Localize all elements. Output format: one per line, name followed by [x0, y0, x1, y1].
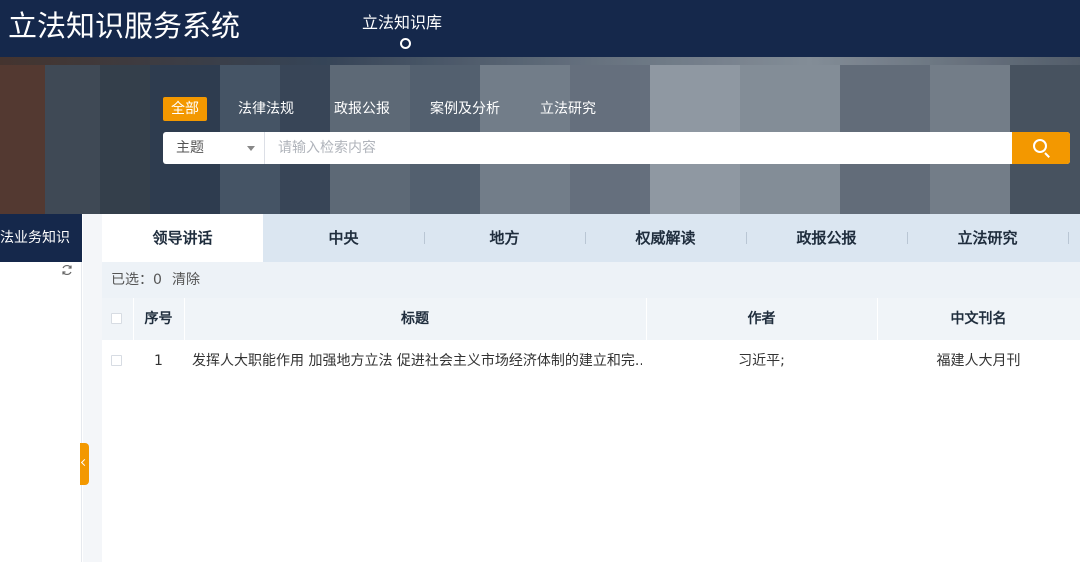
- column-author: 作者: [747, 311, 776, 327]
- row-journal: 福建人大月刊: [936, 353, 1021, 369]
- category-all[interactable]: 全部: [163, 97, 207, 121]
- row-title-link[interactable]: 发挥人大职能作用 加强地方立法 促进社会主义市场经济体制的建立和完...: [192, 340, 642, 382]
- sidebar-collapse-handle[interactable]: [80, 443, 89, 485]
- column-journal: 中文刊名: [950, 311, 1007, 327]
- tab-central[interactable]: 中央: [263, 214, 424, 262]
- column-title: 标题: [401, 311, 429, 327]
- content-tabs: 领导讲话 中央 地方 权威解读 政报公报 立法研究: [102, 214, 1080, 262]
- tab-local[interactable]: 地方: [424, 214, 585, 262]
- category-cases[interactable]: 案例及分析: [430, 97, 500, 121]
- clear-selection-link[interactable]: 清除: [172, 262, 200, 298]
- caret-down-icon: [247, 146, 255, 151]
- main-content: 领导讲话 中央 地方 权威解读 政报公报 立法研究 已选：0 清除 序号 标题 …: [102, 214, 1080, 562]
- tab-legislative-research[interactable]: 立法研究: [907, 214, 1068, 262]
- select-all-checkbox[interactable]: [111, 313, 122, 324]
- search-bar: 主题: [163, 132, 1070, 164]
- row-checkbox[interactable]: [111, 355, 122, 366]
- tab-authoritative[interactable]: 权威解读: [585, 214, 746, 262]
- tab-leader-speeches[interactable]: 领导讲话: [102, 214, 263, 262]
- table-header: 序号 标题 作者 中文刊名: [102, 298, 1080, 340]
- tab-gazettes[interactable]: 政报公报: [746, 214, 907, 262]
- column-index: 序号: [144, 311, 173, 327]
- chevron-left-icon: [80, 458, 89, 467]
- category-research[interactable]: 立法研究: [540, 97, 596, 121]
- nav-active-indicator: [400, 38, 411, 49]
- nav-item-knowledge-base[interactable]: 立法知识库: [362, 12, 442, 34]
- selection-bar: 已选：0 清除: [102, 262, 1080, 298]
- search-button[interactable]: [1012, 132, 1070, 164]
- table-row[interactable]: 1 发挥人大职能作用 加强地方立法 促进社会主义市场经济体制的建立和完... 习…: [102, 340, 1080, 382]
- app-title: 立法知识服务系统: [8, 9, 241, 43]
- search-field-value: 主题: [176, 140, 204, 156]
- sidebar-header: 立法业务知识: [0, 214, 82, 262]
- search-input[interactable]: [266, 132, 1011, 164]
- category-gazettes[interactable]: 政报公报: [334, 97, 390, 121]
- search-banner: 全部 法律法规 政报公报 案例及分析 立法研究 主题: [0, 57, 1080, 214]
- sidebar-title: 立法业务知识: [0, 230, 70, 246]
- row-index: 1: [154, 353, 163, 369]
- category-laws[interactable]: 法律法规: [238, 97, 294, 121]
- row-author: 习近平;: [738, 353, 785, 369]
- content-gutter: [83, 214, 102, 562]
- refresh-icon[interactable]: [61, 264, 73, 276]
- search-icon: [1033, 139, 1047, 153]
- search-field-select[interactable]: 主题: [163, 132, 265, 164]
- selected-count: 已选：0: [111, 272, 162, 288]
- top-header: 立法知识服务系统 立法知识库: [0, 0, 1080, 57]
